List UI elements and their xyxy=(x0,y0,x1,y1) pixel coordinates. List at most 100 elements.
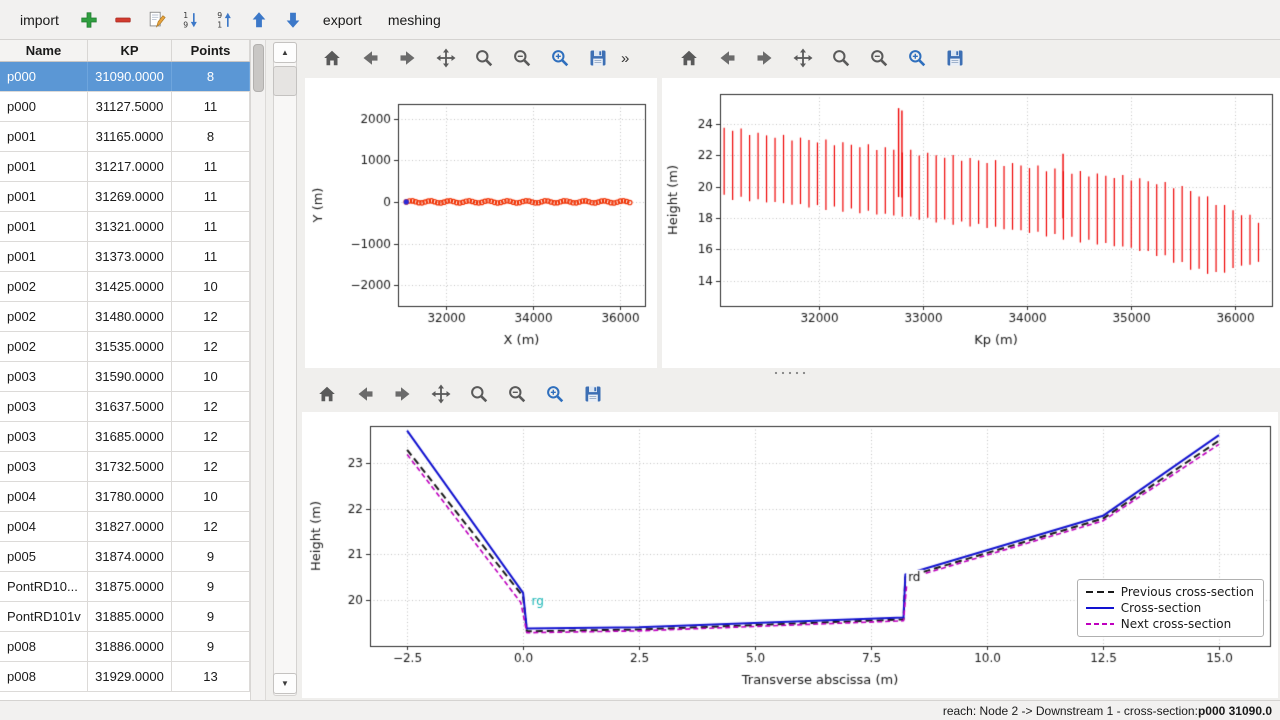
zoom-button[interactable] xyxy=(824,43,858,73)
longitudinal-profile-plot[interactable] xyxy=(662,78,1280,368)
zoom-rect-button[interactable] xyxy=(543,43,577,73)
cell-kp: 31886.0000 xyxy=(88,632,172,661)
svg-text:1: 1 xyxy=(217,20,222,29)
home-icon xyxy=(678,47,700,69)
pan-button[interactable] xyxy=(786,43,820,73)
cell-points: 8 xyxy=(172,122,250,151)
table-row[interactable]: p00831886.00009 xyxy=(0,632,250,662)
cell-kp: 31732.5000 xyxy=(88,452,172,481)
scroll-up-button[interactable]: ▲ xyxy=(273,42,297,63)
table-header: NameKPPoints xyxy=(0,40,250,62)
home-button[interactable] xyxy=(310,379,344,409)
cross-section-figure: Previous cross-sectionCross-sectionNext … xyxy=(302,412,1278,698)
plan-view-toolbar: » xyxy=(305,40,657,76)
table-row[interactable]: p00131373.000011 xyxy=(0,242,250,272)
remove-button[interactable] xyxy=(107,5,139,35)
table-row[interactable]: p00431827.000012 xyxy=(0,512,250,542)
home-button[interactable] xyxy=(315,43,349,73)
forward-button[interactable] xyxy=(386,379,420,409)
sort-descending-icon: 91 xyxy=(215,10,235,30)
save-button[interactable] xyxy=(938,43,972,73)
table-row[interactable]: p00231480.000012 xyxy=(0,302,250,332)
legend-line-sample xyxy=(1085,587,1115,597)
table-body: p00031090.00008p00031127.500011p00131165… xyxy=(0,62,250,692)
cross-section-plot[interactable] xyxy=(302,412,1278,698)
table-row[interactable]: p00031090.00008 xyxy=(0,62,250,92)
table-row[interactable]: PontRD101v31885.00009 xyxy=(0,602,250,632)
export-button[interactable]: export xyxy=(311,7,374,33)
cell-points: 11 xyxy=(172,92,250,121)
cell-name: p003 xyxy=(0,392,88,421)
plan-view-plot[interactable] xyxy=(305,78,657,368)
save-icon xyxy=(582,383,604,405)
toolbar-overflow-icon[interactable]: » xyxy=(621,50,629,67)
column-header-kp[interactable]: KP xyxy=(88,40,172,61)
table-row[interactable]: p00131269.000011 xyxy=(0,182,250,212)
table-row[interactable]: p00431780.000010 xyxy=(0,482,250,512)
table-scrollbar[interactable] xyxy=(251,40,266,700)
column-header-points[interactable]: Points xyxy=(172,40,250,61)
meshing-button[interactable]: meshing xyxy=(376,7,453,33)
cross-section-panel: Previous cross-sectionCross-sectionNext … xyxy=(300,376,1280,700)
add-button[interactable] xyxy=(73,5,105,35)
cell-points: 11 xyxy=(172,182,250,211)
pan-button[interactable] xyxy=(429,43,463,73)
zoom-button[interactable] xyxy=(462,379,496,409)
zoom-original-button[interactable] xyxy=(505,43,539,73)
column-header-name[interactable]: Name xyxy=(0,40,88,61)
table-row[interactable]: p00231425.000010 xyxy=(0,272,250,302)
cell-kp: 31217.0000 xyxy=(88,152,172,181)
forward-icon xyxy=(392,383,414,405)
cell-points: 10 xyxy=(172,362,250,391)
back-button[interactable] xyxy=(353,43,387,73)
cell-name: p004 xyxy=(0,512,88,541)
save-button[interactable] xyxy=(576,379,610,409)
table-scrollbar-thumb[interactable] xyxy=(253,44,264,92)
zoom-rect-button[interactable] xyxy=(538,379,572,409)
table-row[interactable]: p00331590.000010 xyxy=(0,362,250,392)
move-down-button[interactable] xyxy=(277,5,309,35)
back-icon xyxy=(359,47,381,69)
back-button[interactable] xyxy=(348,379,382,409)
status-bar: reach: Node 2 -> Downstream 1 - cross-se… xyxy=(0,700,1280,720)
table-row[interactable]: p00131321.000011 xyxy=(0,212,250,242)
zoom-rect-button[interactable] xyxy=(900,43,934,73)
table-row[interactable]: p00031127.500011 xyxy=(0,92,250,122)
pan-button[interactable] xyxy=(424,379,458,409)
table-row[interactable]: p00331637.500012 xyxy=(0,392,250,422)
cell-kp: 31875.0000 xyxy=(88,572,172,601)
move-up-button[interactable] xyxy=(243,5,275,35)
table-row[interactable]: p00831929.000013 xyxy=(0,662,250,692)
cell-points: 10 xyxy=(172,272,250,301)
panel-scrollbar-thumb[interactable] xyxy=(273,66,297,96)
zoom-rect-icon xyxy=(906,47,928,69)
back-icon xyxy=(354,383,376,405)
sort-ascending-button[interactable]: 19 xyxy=(175,5,207,35)
table-row[interactable]: p00331732.500012 xyxy=(0,452,250,482)
import-button[interactable]: import xyxy=(8,7,71,33)
cell-points: 10 xyxy=(172,482,250,511)
back-button[interactable] xyxy=(710,43,744,73)
table-row[interactable]: p00131165.00008 xyxy=(0,122,250,152)
zoom-original-button[interactable] xyxy=(500,379,534,409)
table-row[interactable]: p00331685.000012 xyxy=(0,422,250,452)
forward-button[interactable] xyxy=(391,43,425,73)
forward-button[interactable] xyxy=(748,43,782,73)
splitter-handle-icon[interactable] xyxy=(770,371,810,375)
main-toolbar: import 19 91 exportmeshing xyxy=(0,0,1280,40)
panel-scrollbar-track[interactable] xyxy=(273,42,297,696)
table-row[interactable]: PontRD10...31875.00009 xyxy=(0,572,250,602)
edit-button[interactable] xyxy=(141,5,173,35)
scroll-up-icon: ▲ xyxy=(281,48,289,57)
cell-name: p000 xyxy=(0,92,88,121)
scroll-down-button[interactable]: ▼ xyxy=(273,673,297,694)
table-row[interactable]: p00131217.000011 xyxy=(0,152,250,182)
save-button[interactable] xyxy=(581,43,615,73)
sort-descending-button[interactable]: 91 xyxy=(209,5,241,35)
cell-kp: 31373.0000 xyxy=(88,242,172,271)
table-row[interactable]: p00231535.000012 xyxy=(0,332,250,362)
table-row[interactable]: p00531874.00009 xyxy=(0,542,250,572)
zoom-original-button[interactable] xyxy=(862,43,896,73)
home-button[interactable] xyxy=(672,43,706,73)
zoom-button[interactable] xyxy=(467,43,501,73)
